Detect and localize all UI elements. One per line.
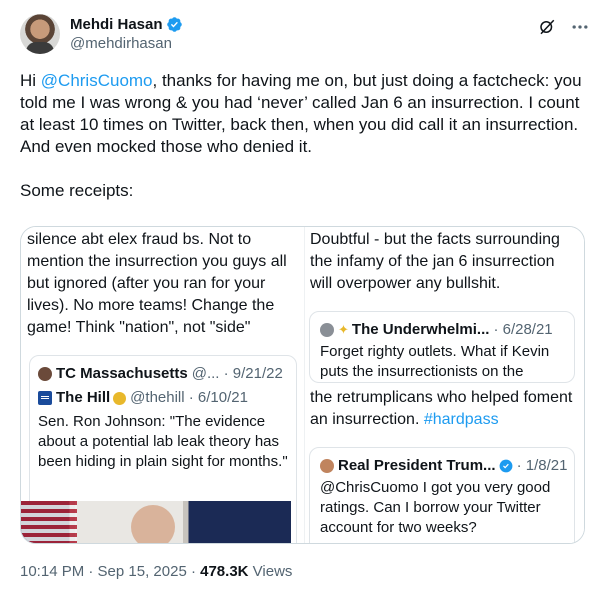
quote-hill-text: Sen. Ron Johnson: "The evidence about a … bbox=[38, 413, 288, 470]
quote-rp-meta: · 1/8/21 bbox=[516, 457, 568, 474]
quote-hill-header: The Hill @thehill · 6/10/21 bbox=[38, 388, 248, 408]
quote-rp-name: Real President Trum... bbox=[338, 457, 496, 474]
quote-uw-name: The Underwhelmi... bbox=[351, 321, 490, 338]
quote-uw-text: Forget righty outlets. What if Kevin put… bbox=[320, 343, 550, 380]
quote-tc-avatar bbox=[38, 367, 52, 381]
hashtag-link: #hardpass bbox=[423, 411, 499, 428]
avatar[interactable] bbox=[20, 14, 60, 54]
tweet-text: Hi @ChrisCuomo, thanks for having me on,… bbox=[20, 70, 586, 224]
views-count: 478.3K bbox=[200, 563, 249, 580]
quote-uw-header: ✦ The Underwhelmi... · 6/28/21 bbox=[320, 320, 553, 340]
grok-icon[interactable] bbox=[538, 18, 556, 36]
author-name[interactable]: Mehdi Hasan bbox=[70, 15, 163, 34]
author-name-row[interactable]: Mehdi Hasan bbox=[70, 15, 183, 34]
verified-badge-icon bbox=[166, 17, 182, 32]
press-conference-photo bbox=[21, 501, 291, 543]
quote-card-real-president: Real President Trum... · 1/8/21 @ChrisCu… bbox=[309, 447, 575, 543]
media-image-right[interactable]: Doubtful - but the facts surrounding the… bbox=[304, 227, 584, 543]
tweet-body: Hi @ChrisCuomo, thanks for having me on,… bbox=[20, 70, 586, 158]
quote-uw-avatar bbox=[320, 323, 334, 337]
views-label: Views bbox=[248, 563, 293, 580]
quote-tc-header: TC Massachusetts @... · 9/21/22 bbox=[38, 364, 283, 384]
right-top-text: Doubtful - but the facts surrounding the… bbox=[310, 231, 560, 292]
tweet-receipts: Some receipts: bbox=[20, 181, 134, 200]
media-image-left[interactable]: silence abt elex fraud bs. Not to mentio… bbox=[21, 227, 304, 543]
quote-tc-name: TC Massachusetts bbox=[56, 365, 188, 382]
mention-link[interactable]: @ChrisCuomo bbox=[41, 71, 153, 90]
quote-hill-meta: @thehill · 6/10/21 bbox=[130, 389, 248, 406]
quote-rp-avatar bbox=[320, 459, 334, 473]
more-icon[interactable] bbox=[570, 17, 590, 37]
author-block[interactable]: Mehdi Hasan @mehdirhasan bbox=[70, 15, 183, 54]
greeting: Hi bbox=[20, 71, 41, 90]
author-handle[interactable]: @mehdirhasan bbox=[70, 34, 183, 54]
quote-uw-meta: · 6/28/21 bbox=[493, 321, 553, 338]
quote-rp-text: @ChrisCuomo I got you very good ratings.… bbox=[320, 479, 551, 536]
right-mid-text: the retrumplicans who helped foment an i… bbox=[310, 387, 580, 431]
gold-badge-icon bbox=[113, 391, 127, 405]
tweet-header: Mehdi Hasan @mehdirhasan bbox=[20, 14, 590, 58]
the-hill-logo-icon bbox=[38, 391, 52, 405]
tweet-media[interactable]: silence abt elex fraud bs. Not to mentio… bbox=[20, 226, 585, 544]
left-screenshot-text: silence abt elex fraud bs. Not to mentio… bbox=[27, 231, 287, 336]
quote-tc-meta: @... · 9/21/22 bbox=[191, 365, 283, 382]
verified-badge-icon bbox=[499, 459, 512, 473]
tweet-footer: 10:14 PM · Sep 15, 2025 · 478.3K Views bbox=[20, 562, 292, 582]
sparkle-icon: ✦ bbox=[338, 322, 349, 337]
quote-rp-header: Real President Trum... · 1/8/21 bbox=[320, 456, 567, 476]
quote-card-underwhelming: ✦ The Underwhelmi... · 6/28/21 Forget ri… bbox=[309, 311, 575, 383]
quote-hill-name: The Hill bbox=[56, 389, 111, 406]
tweet-timestamp[interactable]: 10:14 PM · Sep 15, 2025 · bbox=[20, 563, 200, 580]
